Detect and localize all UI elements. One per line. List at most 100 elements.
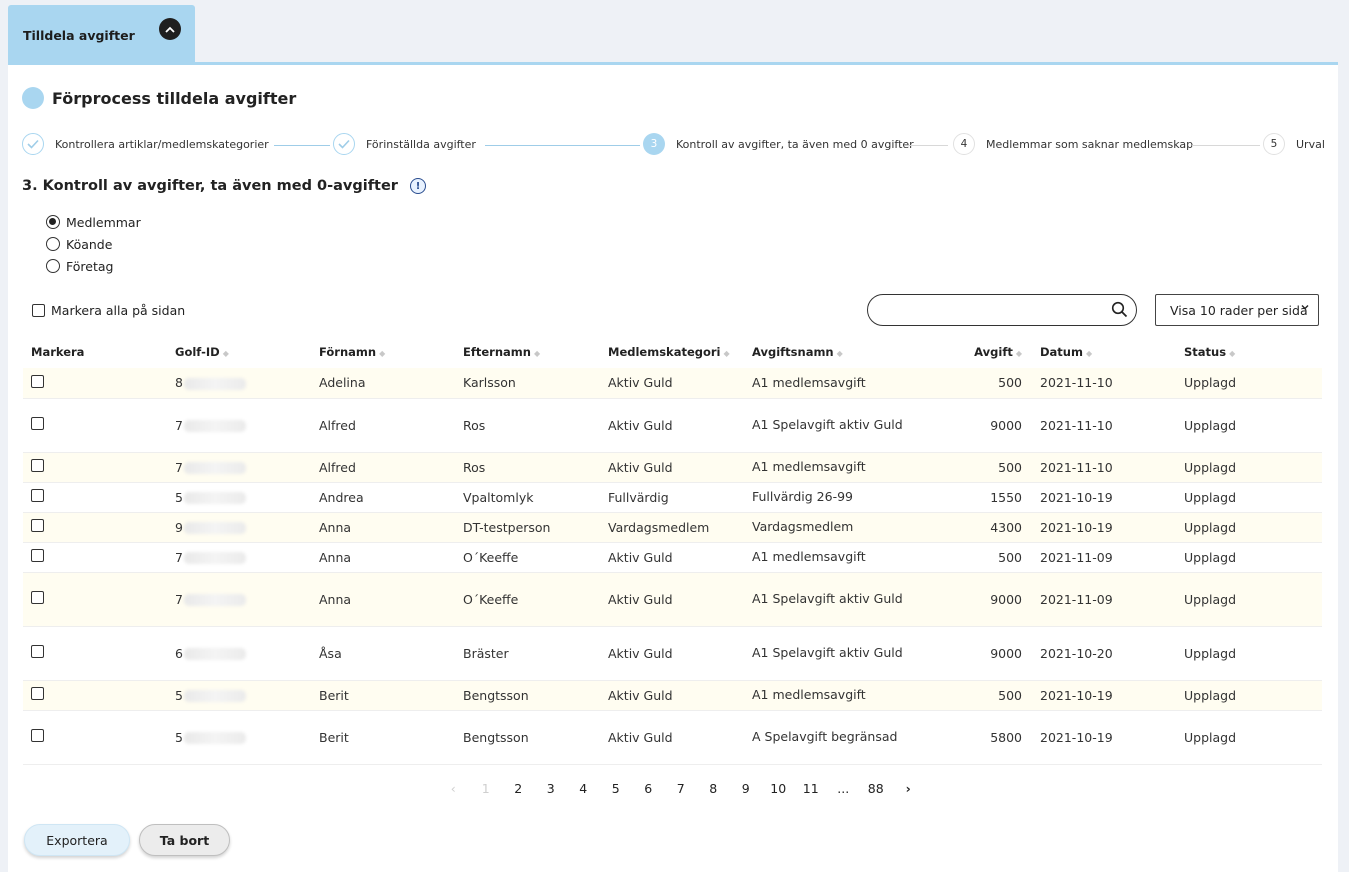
table-row[interactable]: 7 Anna O´Keeffe Aktiv Guld A1 Spelavgift… (23, 572, 1322, 627)
page-11[interactable]: 11 (795, 781, 828, 796)
row-checkbox[interactable] (31, 549, 44, 562)
search-input[interactable] (882, 295, 1107, 323)
step-connector (274, 145, 330, 146)
checkbox[interactable] (32, 304, 45, 317)
step-2[interactable]: Förinställda avgifter (333, 133, 476, 155)
radio-foretag[interactable]: Företag (46, 255, 141, 277)
next-page-icon[interactable]: › (892, 781, 925, 796)
sort-icon[interactable]: ◆ (1229, 349, 1235, 358)
rows-per-page-select[interactable]: Visa 10 rader per sida (1155, 294, 1319, 326)
column-header-golf-id[interactable]: Golf-ID ◆ (167, 335, 311, 368)
cell-fee: 500 (924, 368, 1032, 399)
page-3[interactable]: 3 (535, 781, 568, 796)
chevron-up-icon[interactable] (159, 18, 181, 40)
column-header-datum[interactable]: Datum ◆ (1032, 335, 1176, 368)
row-checkbox[interactable] (31, 687, 44, 700)
redacted-blur (183, 690, 246, 702)
redacted-blur (183, 492, 246, 504)
column-header-efternamn[interactable]: Efternamn ◆ (455, 335, 600, 368)
sort-icon[interactable]: ◆ (534, 349, 540, 358)
cell-first-name: Åsa (311, 626, 455, 681)
table-row[interactable]: 5 Berit Bengtsson Aktiv Guld A1 medlemsa… (23, 680, 1322, 711)
cell-golf-id: 5 (167, 482, 311, 513)
stepper: Kontrollera artiklar/medlemskategorier F… (22, 133, 1332, 159)
table-row[interactable]: 5 Berit Bengtsson Aktiv Guld A Spelavgif… (23, 710, 1322, 765)
cell-first-name: Alfred (311, 452, 455, 483)
table-row[interactable]: 5 Andrea Vpaltomlyk Fullvärdig Fullvärdi… (23, 482, 1322, 513)
row-checkbox[interactable] (31, 417, 44, 430)
step-label: Förinställda avgifter (366, 137, 476, 151)
sort-icon[interactable]: ◆ (1016, 349, 1022, 358)
cell-golf-id: 7 (167, 452, 311, 483)
sort-icon[interactable]: ◆ (837, 349, 843, 358)
cell-date: 2021-10-20 (1032, 626, 1176, 681)
cell-category: Fullvärdig (600, 482, 744, 513)
row-checkbox[interactable] (31, 645, 44, 658)
page-10[interactable]: 10 (762, 781, 795, 796)
tab-tilldela-avgifter[interactable]: Tilldela avgifter (8, 5, 195, 65)
table-row[interactable]: 7 Alfred Ros Aktiv Guld A1 medlemsavgift… (23, 452, 1322, 483)
table-row[interactable]: 7 Anna O´Keeffe Aktiv Guld A1 medlemsavg… (23, 542, 1322, 573)
row-checkbox[interactable] (31, 374, 44, 388)
cell-date: 2021-11-09 (1032, 572, 1176, 627)
column-header-medlemskategori[interactable]: Medlemskategori ◆ (600, 335, 744, 368)
table-row[interactable]: 8 Adelina Karlsson Aktiv Guld A1 medlems… (23, 368, 1322, 399)
radio-button[interactable] (46, 237, 60, 251)
row-checkbox[interactable] (31, 459, 44, 472)
search-icon[interactable] (1111, 301, 1128, 322)
radio-medlemmar[interactable]: Medlemmar (46, 211, 141, 233)
cell-fee: 1550 (924, 482, 1032, 513)
column-header-fornamn[interactable]: Förnamn ◆ (311, 335, 455, 368)
cell-date: 2021-11-10 (1032, 398, 1176, 453)
page-6[interactable]: 6 (632, 781, 665, 796)
export-button[interactable]: Exportera (24, 824, 130, 856)
page-88[interactable]: 88 (860, 781, 893, 796)
page-8[interactable]: 8 (697, 781, 730, 796)
step-number: 3 (643, 133, 665, 155)
check-icon (22, 133, 44, 155)
column-header-avgiftsnamn[interactable]: Avgiftsnamn ◆ (744, 335, 924, 368)
row-checkbox[interactable] (31, 489, 44, 502)
table-row[interactable]: 9 Anna DT-testperson Vardagsmedlem Varda… (23, 512, 1322, 543)
sort-icon[interactable]: ◆ (724, 349, 730, 358)
mark-all-label: Markera alla på sidan (51, 303, 186, 318)
page-9[interactable]: 9 (730, 781, 763, 796)
page-5[interactable]: 5 (600, 781, 633, 796)
page-7[interactable]: 7 (665, 781, 698, 796)
prev-page-icon[interactable]: ‹ (437, 781, 470, 796)
step-1[interactable]: Kontrollera artiklar/medlemskategorier (22, 133, 269, 155)
mark-all-checkbox[interactable]: Markera alla på sidan (32, 303, 185, 318)
cell-category: Aktiv Guld (600, 398, 744, 453)
row-checkbox[interactable] (31, 591, 44, 604)
sort-icon[interactable]: ◆ (223, 349, 229, 358)
cell-fee: 500 (924, 542, 1032, 573)
page-1[interactable]: 1 (470, 781, 503, 796)
column-header-markera: Markera (31, 344, 85, 359)
table-row[interactable]: 6 Åsa Bräster Aktiv Guld A1 Spelavgift a… (23, 626, 1322, 681)
delete-button[interactable]: Ta bort (139, 824, 230, 856)
step-3[interactable]: 3 Kontroll av avgifter, ta även med 0 av… (643, 133, 914, 155)
radio-button[interactable] (46, 259, 60, 273)
page-2[interactable]: 2 (502, 781, 535, 796)
cell-date: 2021-11-09 (1032, 542, 1176, 573)
step-5[interactable]: 5 Urval (1263, 133, 1325, 155)
sort-icon[interactable]: ◆ (379, 349, 385, 358)
page-4[interactable]: 4 (567, 781, 600, 796)
info-icon[interactable]: ! (409, 178, 426, 194)
tab-label: Tilldela avgifter (23, 27, 135, 43)
cell-first-name: Anna (311, 542, 455, 573)
search-box[interactable] (867, 294, 1137, 326)
redacted-blur (183, 462, 246, 474)
column-header-status[interactable]: Status ◆ (1176, 335, 1322, 368)
redacted-blur (183, 594, 246, 606)
sort-icon[interactable]: ◆ (1086, 349, 1092, 358)
row-checkbox[interactable] (31, 519, 44, 532)
step-4[interactable]: 4 Medlemmar som saknar medlemskap (953, 133, 1193, 155)
row-checkbox[interactable] (31, 729, 44, 742)
cell-fee-name: A1 Spelavgift aktiv Guld (744, 398, 924, 453)
radio-koande[interactable]: Köande (46, 233, 141, 255)
column-header-avgift[interactable]: Avgift ◆ (924, 335, 1032, 368)
cell-status: Upplagd (1176, 680, 1322, 711)
table-row[interactable]: 7 Alfred Ros Aktiv Guld A1 Spelavgift ak… (23, 398, 1322, 453)
radio-button[interactable] (46, 215, 60, 229)
